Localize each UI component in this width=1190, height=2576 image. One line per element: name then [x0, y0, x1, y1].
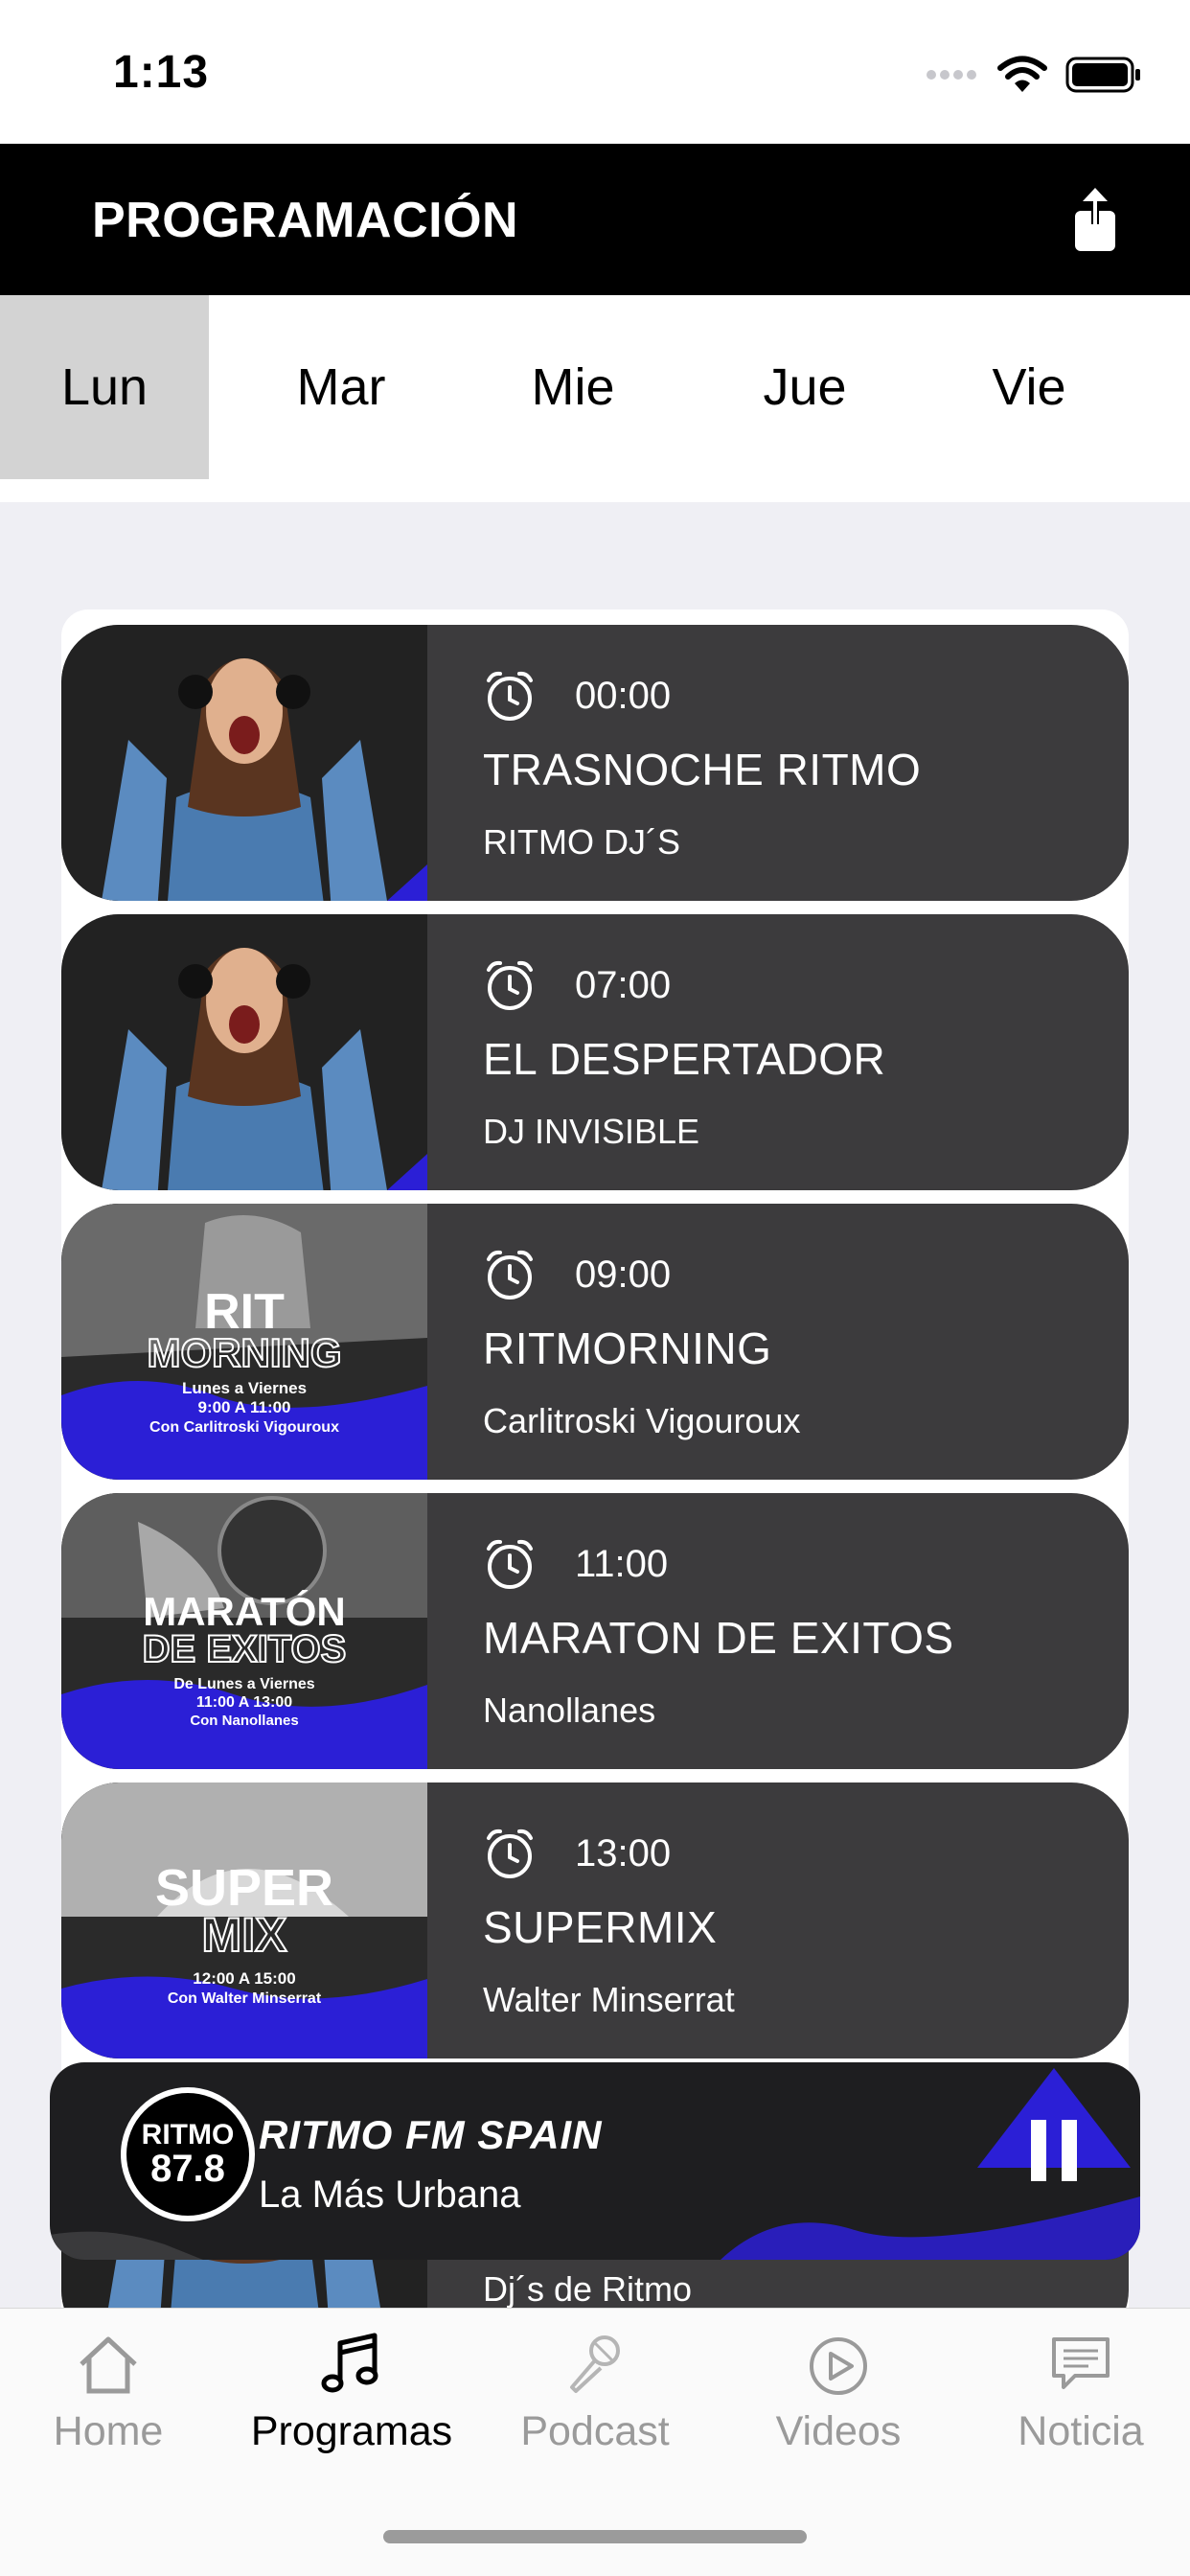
poster-title-line1: MARATÓN: [143, 1588, 346, 1634]
station-logo: RITMO 87.8: [121, 2087, 255, 2221]
status-icons: [926, 56, 1142, 94]
poster-schedule: 12:00 A 15:00: [193, 1969, 295, 1988]
tab-day-lun[interactable]: Lun: [0, 295, 209, 479]
program-time-label: 00:00: [575, 674, 672, 717]
program-list: 00:00 TRASNOCHE RITMO RITMO DJ´S 07:00 E…: [0, 502, 1190, 2309]
status-time: 1:13: [113, 47, 210, 98]
pause-icon[interactable]: [968, 2062, 1140, 2260]
program-title: MARATON DE EXITOS: [483, 1613, 954, 1663]
tab-noticia[interactable]: Noticia: [966, 2330, 1190, 2473]
poster-title-line2: MORNING: [148, 1330, 342, 1375]
program-time: 09:00: [483, 1248, 671, 1301]
tab-programas[interactable]: Programas: [237, 2330, 467, 2473]
program-artwork: SUPER MIX 12:00 A 15:00 Con Walter Minse…: [61, 1782, 427, 2058]
home-icon: [80, 2336, 137, 2394]
day-tabs: Lun Mar Mie Jue Vie: [0, 295, 1190, 479]
program-time: 00:00: [483, 669, 671, 723]
program-row[interactable]: 00:00 TRASNOCHE RITMO RITMO DJ´S: [61, 625, 1129, 901]
tab-day-jue[interactable]: Jue: [724, 295, 885, 479]
program-time-label: 11:00: [575, 1542, 669, 1585]
program-info: 00:00 TRASNOCHE RITMO RITMO DJ´S: [483, 625, 1100, 901]
program-row[interactable]: RIT MORNING Lunes a Viernes 9:00 A 11:00…: [61, 1204, 1129, 1480]
poster-schedule: 11:00 A 13:00: [196, 1694, 292, 1711]
tab-videos-label: Videos: [775, 2408, 902, 2454]
program-row[interactable]: 07:00 EL DESPERTADOR DJ INVISIBLE: [61, 914, 1129, 1190]
microphone-icon: [570, 2335, 620, 2393]
program-time-label: 13:00: [575, 1831, 672, 1874]
wifi-icon: [997, 56, 1047, 92]
poster-title-line2: MIX: [202, 1908, 287, 1962]
program-time: 13:00: [483, 1827, 671, 1880]
program-host: DJ INVISIBLE: [483, 1112, 700, 1151]
status-bar: 1:13: [0, 0, 1190, 144]
program-info: 13:00 SUPERMIX Walter Minserrat: [483, 1782, 1100, 2058]
program-info: 09:00 RITMORNING Carlitroski Vigouroux: [483, 1204, 1100, 1480]
alarm-clock-icon: [487, 1539, 533, 1589]
app-header: PROGRAMACIÓN: [0, 144, 1190, 295]
program-host: Nanollanes: [483, 1690, 656, 1730]
music-note-icon: [321, 2333, 378, 2393]
page-title: PROGRAMACIÓN: [92, 193, 519, 248]
tab-noticia-label: Noticia: [1018, 2408, 1144, 2454]
program-host: Walter Minserrat: [483, 1980, 735, 2019]
poster-host: Con Nanollanes: [190, 1713, 298, 1729]
program-title: TRASNOCHE RITMO: [483, 745, 922, 794]
station-logo-line1: RITMO: [141, 2119, 235, 2150]
tab-podcast[interactable]: Podcast: [480, 2330, 710, 2473]
message-icon: [1052, 2337, 1110, 2389]
tab-podcast-label: Podcast: [520, 2408, 670, 2454]
program-title: RITMORNING: [483, 1323, 772, 1373]
program-time: 07:00: [483, 958, 671, 1012]
poster-host: Con Carlitroski Vigouroux: [149, 1419, 339, 1436]
station-name: RITMO FM SPAIN: [259, 2112, 603, 2157]
program-time-label: 07:00: [575, 963, 672, 1006]
program-host: Carlitroski Vigouroux: [483, 1401, 801, 1440]
play-circle-icon: [810, 2337, 867, 2395]
poster-subtitle: De Lunes a Viernes: [173, 1676, 314, 1692]
program-title: SUPERMIX: [483, 1902, 718, 1952]
poster-host: Con Walter Minserrat: [168, 1990, 322, 2007]
program-row[interactable]: MARATÓN DE EXITOS De Lunes a Viernes 11:…: [61, 1493, 1129, 1769]
mini-player[interactable]: RITMO 87.8 RITMO FM SPAIN La Más Urbana: [50, 2062, 1140, 2260]
program-time: 11:00: [483, 1537, 668, 1591]
program-artwork: MARATÓN DE EXITOS De Lunes a Viernes 11:…: [61, 1493, 427, 1769]
program-artwork: RIT MORNING Lunes a Viernes 9:00 A 11:00…: [61, 1204, 427, 1480]
tab-day-mie[interactable]: Mie: [492, 295, 653, 479]
tab-programas-label: Programas: [250, 2408, 453, 2454]
signal-icon: [927, 70, 976, 80]
program-artwork: [61, 625, 427, 901]
program-info: 07:00 EL DESPERTADOR DJ INVISIBLE: [483, 914, 1100, 1190]
tab-home[interactable]: Home: [0, 2330, 223, 2473]
program-info: 11:00 MARATON DE EXITOS Nanollanes: [483, 1493, 1100, 1769]
program-host: RITMO DJ´S: [483, 822, 680, 862]
alarm-clock-icon: [487, 1250, 533, 1300]
tab-videos[interactable]: Videos: [723, 2330, 953, 2473]
alarm-clock-icon: [487, 1828, 533, 1878]
share-icon[interactable]: [1062, 186, 1129, 253]
alarm-clock-icon: [487, 671, 533, 721]
tab-home-label: Home: [53, 2408, 164, 2454]
program-time-label: 09:00: [575, 1253, 672, 1296]
program-host: Dj´s de Ritmo: [483, 2269, 693, 2309]
poster-schedule: 9:00 A 11:00: [197, 1398, 290, 1416]
station-slogan: La Más Urbana: [259, 2174, 521, 2216]
program-row[interactable]: SUPER MIX 12:00 A 15:00 Con Walter Minse…: [61, 1782, 1129, 2058]
program-title: EL DESPERTADOR: [483, 1034, 886, 1084]
tab-day-vie[interactable]: Vie: [949, 295, 1110, 479]
poster-title-line2: DE EXITOS: [143, 1628, 347, 1670]
home-indicator: [383, 2530, 807, 2543]
program-artwork: [61, 914, 427, 1190]
station-logo-line2: 87.8: [150, 2148, 225, 2190]
tab-day-mar[interactable]: Mar: [261, 295, 422, 479]
battery-icon: [1065, 57, 1140, 93]
alarm-clock-icon: [487, 960, 533, 1010]
poster-subtitle: Lunes a Viernes: [182, 1379, 307, 1397]
